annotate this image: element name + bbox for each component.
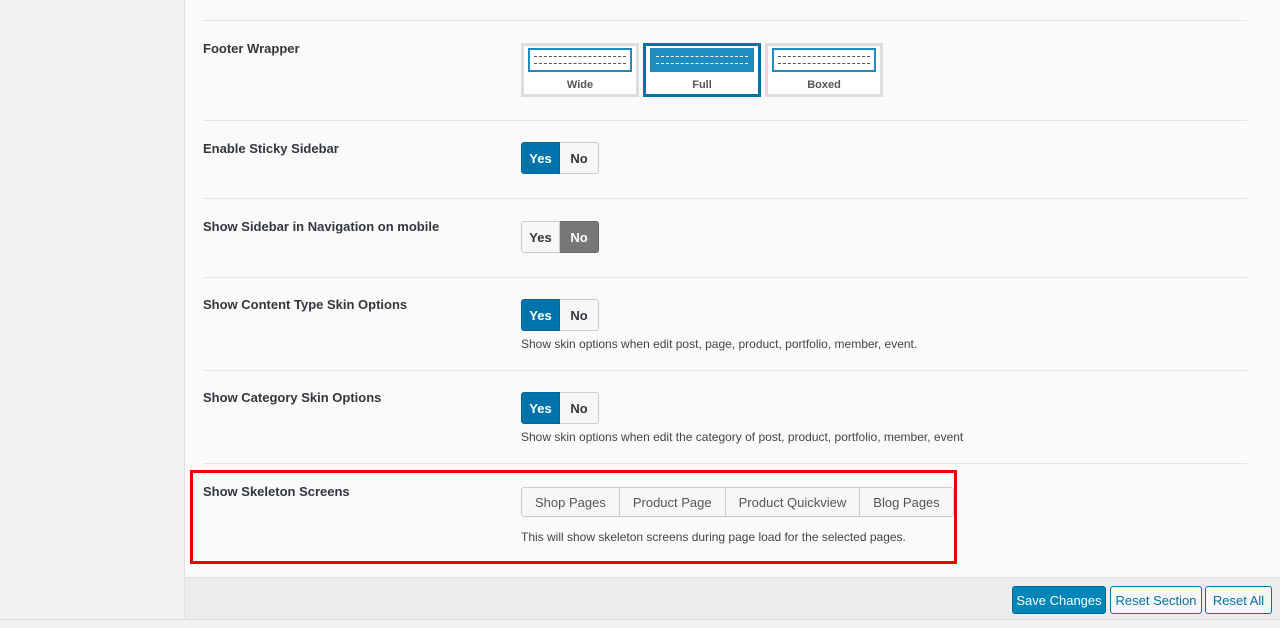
category-skin-label: Show Category Skin Options: [203, 390, 382, 405]
layout-wide-icon: [528, 48, 632, 72]
content-type-skin-label: Show Content Type Skin Options: [203, 297, 408, 312]
row-divider-top: [203, 0, 1247, 21]
content-type-skin-yes-button[interactable]: Yes: [521, 299, 560, 331]
footer-wrapper-label: Footer Wrapper: [203, 41, 300, 56]
footer-wrapper-image-select: Wide Full Boxed: [521, 43, 883, 97]
category-skin-no-button[interactable]: No: [560, 392, 599, 424]
row-category-skin: Show Category Skin Options Yes No Show s…: [203, 371, 1247, 464]
option-caption: Full: [692, 79, 712, 91]
row-sticky-sidebar: Enable Sticky Sidebar Yes No: [203, 121, 1247, 199]
layout-full-icon: [650, 48, 754, 72]
sidebar-nav-mobile-switch: Yes No: [521, 221, 599, 253]
options-footer: Save Changes Reset Section Reset All: [185, 577, 1280, 619]
footer-wrapper-option-wide[interactable]: Wide: [521, 43, 639, 97]
sidebar-nav-mobile-yes-button[interactable]: Yes: [521, 221, 560, 253]
category-skin-description: Show skin options when edit the category…: [521, 430, 964, 444]
sticky-sidebar-yes-button[interactable]: Yes: [521, 142, 560, 174]
sticky-sidebar-switch: Yes No: [521, 142, 599, 174]
row-content-type-skin: Show Content Type Skin Options Yes No Sh…: [203, 278, 1247, 371]
footer-wrapper-option-boxed[interactable]: Boxed: [765, 43, 883, 97]
category-skin-yes-button[interactable]: Yes: [521, 392, 560, 424]
category-skin-switch: Yes No: [521, 392, 599, 424]
save-changes-button[interactable]: Save Changes: [1012, 586, 1106, 614]
layout-boxed-icon: [772, 48, 876, 72]
content-type-skin-no-button[interactable]: No: [560, 299, 599, 331]
sidebar-nav-mobile-label: Show Sidebar in Navigation on mobile: [203, 219, 440, 234]
option-caption: Boxed: [807, 79, 841, 91]
sidebar-nav-mobile-no-button[interactable]: No: [560, 221, 599, 253]
bottom-strip: [0, 619, 1280, 628]
admin-sidebar: [0, 0, 185, 628]
sticky-sidebar-no-button[interactable]: No: [560, 142, 599, 174]
sticky-sidebar-label: Enable Sticky Sidebar: [203, 141, 339, 156]
highlight-box: [190, 470, 957, 564]
content-type-skin-switch: Yes No: [521, 299, 599, 331]
content-type-skin-description: Show skin options when edit post, page, …: [521, 337, 918, 351]
option-caption: Wide: [566, 79, 594, 91]
footer-wrapper-option-full[interactable]: Full: [643, 43, 761, 97]
row-footer-wrapper: Footer Wrapper Wide Full Boxed: [203, 21, 1247, 121]
reset-section-button[interactable]: Reset Section: [1110, 586, 1202, 614]
row-sidebar-nav-mobile: Show Sidebar in Navigation on mobile Yes…: [203, 199, 1247, 278]
reset-all-button[interactable]: Reset All: [1205, 586, 1272, 614]
